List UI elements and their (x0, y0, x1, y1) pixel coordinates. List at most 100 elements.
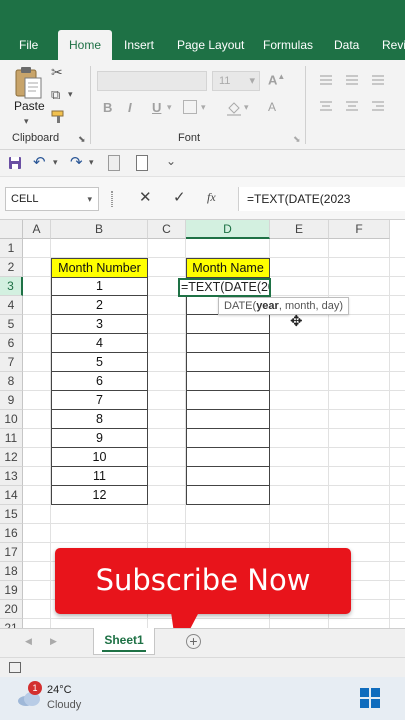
select-all-button[interactable] (0, 220, 23, 239)
month-name-cell[interactable] (187, 391, 269, 410)
header-month-number[interactable]: Month Number (51, 258, 148, 278)
tab-file[interactable]: File (19, 30, 38, 60)
borders-icon[interactable] (183, 100, 197, 114)
redo-icon[interactable]: ↷ (70, 153, 83, 171)
tab-page-layout[interactable]: Page Layout (177, 30, 244, 60)
month-number-cell[interactable]: 5 (52, 353, 147, 372)
resize-handle[interactable] (111, 191, 113, 207)
new-document-icon[interactable] (136, 155, 148, 171)
copy-icon[interactable]: ⧉ (51, 87, 60, 103)
accessibility-icon[interactable] (9, 662, 21, 673)
formula-input[interactable]: =TEXT(DATE(2023 (238, 187, 405, 211)
column-header-b[interactable]: B (51, 220, 148, 239)
insert-function-button[interactable]: fx (207, 190, 216, 205)
cancel-icon[interactable]: ✕ (139, 188, 152, 206)
column-header-e[interactable]: E (270, 220, 329, 239)
row-header-7[interactable]: 7 (0, 353, 23, 372)
save-icon[interactable] (8, 156, 22, 170)
month-number-cell[interactable]: 12 (52, 486, 147, 505)
month-number-cell[interactable]: 1 (52, 277, 147, 296)
row-header-4[interactable]: 4 (0, 296, 23, 315)
month-number-cell[interactable]: 8 (52, 410, 147, 429)
borders-chevron-icon[interactable]: ▾ (201, 102, 206, 113)
row-header-12[interactable]: 12 (0, 448, 23, 467)
clipboard-launcher-icon[interactable]: ⬊ (78, 134, 86, 145)
row-header-21[interactable]: 21 (0, 619, 23, 628)
name-box[interactable]: CELL ▾ (5, 187, 99, 211)
header-month-name[interactable]: Month Name (186, 258, 270, 278)
undo-icon[interactable]: ↶ (33, 153, 46, 171)
function-tooltip[interactable]: DATE(year, month, day) (218, 297, 350, 315)
month-number-cell[interactable]: 7 (52, 391, 147, 410)
month-name-cell[interactable] (187, 486, 269, 505)
scroll-right-icon[interactable]: ▶ (50, 636, 57, 647)
row-header-3[interactable]: 3 (0, 277, 23, 296)
row-header-11[interactable]: 11 (0, 429, 23, 448)
month-number-cell[interactable]: 10 (52, 448, 147, 467)
row-header-17[interactable]: 17 (0, 543, 23, 562)
row-header-20[interactable]: 20 (0, 600, 23, 619)
cut-icon[interactable]: ✂ (51, 64, 63, 81)
month-name-cell[interactable] (187, 448, 269, 467)
column-header-d[interactable]: D (186, 220, 270, 239)
row-header-15[interactable]: 15 (0, 505, 23, 524)
font-name-dropdown[interactable] (97, 71, 207, 91)
row-header-14[interactable]: 14 (0, 486, 23, 505)
bold-button[interactable]: B (103, 100, 112, 115)
month-number-cell[interactable]: 11 (52, 467, 147, 486)
font-launcher-icon[interactable]: ⬊ (293, 134, 301, 145)
month-name-cell[interactable] (187, 353, 269, 372)
row-header-5[interactable]: 5 (0, 315, 23, 334)
grow-font-icon[interactable]: A▲ (268, 72, 285, 87)
month-number-cell[interactable]: 9 (52, 429, 147, 448)
windows-start-icon[interactable] (360, 688, 380, 708)
paste-chevron-icon[interactable]: ▾ (24, 116, 29, 127)
underline-button[interactable]: U (152, 100, 161, 115)
sheet-tab-sheet1[interactable]: Sheet1 (93, 628, 155, 655)
month-name-cell[interactable] (187, 315, 269, 334)
font-color-icon[interactable]: A (268, 100, 276, 114)
row-header-13[interactable]: 13 (0, 467, 23, 486)
month-name-cell[interactable] (187, 429, 269, 448)
month-number-cell[interactable]: 4 (52, 334, 147, 353)
tab-formulas[interactable]: Formulas (263, 30, 313, 60)
month-number-cell[interactable]: 3 (52, 315, 147, 334)
italic-button[interactable]: I (128, 100, 132, 115)
row-header-8[interactable]: 8 (0, 372, 23, 391)
tab-home[interactable]: Home (58, 30, 113, 60)
row-header-6[interactable]: 6 (0, 334, 23, 353)
tab-review[interactable]: Revi (382, 30, 405, 60)
tab-data[interactable]: Data (334, 30, 359, 60)
enter-icon[interactable]: ✓ (173, 188, 186, 206)
row-header-18[interactable]: 18 (0, 562, 23, 581)
month-number-cell[interactable]: 2 (52, 296, 147, 315)
redo-chevron-icon[interactable]: ▾ (89, 157, 94, 168)
column-header-a[interactable]: A (23, 220, 51, 239)
month-name-cell[interactable] (187, 467, 269, 486)
month-name-cell[interactable] (187, 410, 269, 429)
undo-chevron-icon[interactable]: ▾ (53, 157, 58, 168)
calculator-icon[interactable] (108, 155, 120, 171)
add-sheet-icon[interactable]: + (186, 634, 201, 649)
subscribe-banner[interactable]: Subscribe Now (55, 548, 351, 614)
active-cell-editor[interactable]: =TEXT(DATE(2023 (178, 278, 271, 297)
copy-chevron-icon[interactable]: ▾ (68, 89, 73, 100)
underline-chevron-icon[interactable]: ▾ (167, 102, 172, 113)
scroll-left-icon[interactable]: ◀ (25, 636, 32, 647)
customize-toolbar-icon[interactable]: ⌄ (166, 154, 176, 168)
column-header-c[interactable]: C (148, 220, 186, 239)
month-name-cell[interactable] (187, 334, 269, 353)
row-header-1[interactable]: 1 (0, 239, 23, 258)
format-painter-icon[interactable] (51, 110, 67, 124)
month-number-cell[interactable]: 6 (52, 372, 147, 391)
row-header-9[interactable]: 9 (0, 391, 23, 410)
row-header-19[interactable]: 19 (0, 581, 23, 600)
row-header-2[interactable]: 2 (0, 258, 23, 277)
fill-color-icon[interactable] (226, 100, 242, 116)
fill-chevron-icon[interactable]: ▾ (244, 102, 249, 113)
row-header-16[interactable]: 16 (0, 524, 23, 543)
row-header-10[interactable]: 10 (0, 410, 23, 429)
tab-insert[interactable]: Insert (124, 30, 154, 60)
column-header-f[interactable]: F (329, 220, 390, 239)
month-name-cell[interactable] (187, 372, 269, 391)
